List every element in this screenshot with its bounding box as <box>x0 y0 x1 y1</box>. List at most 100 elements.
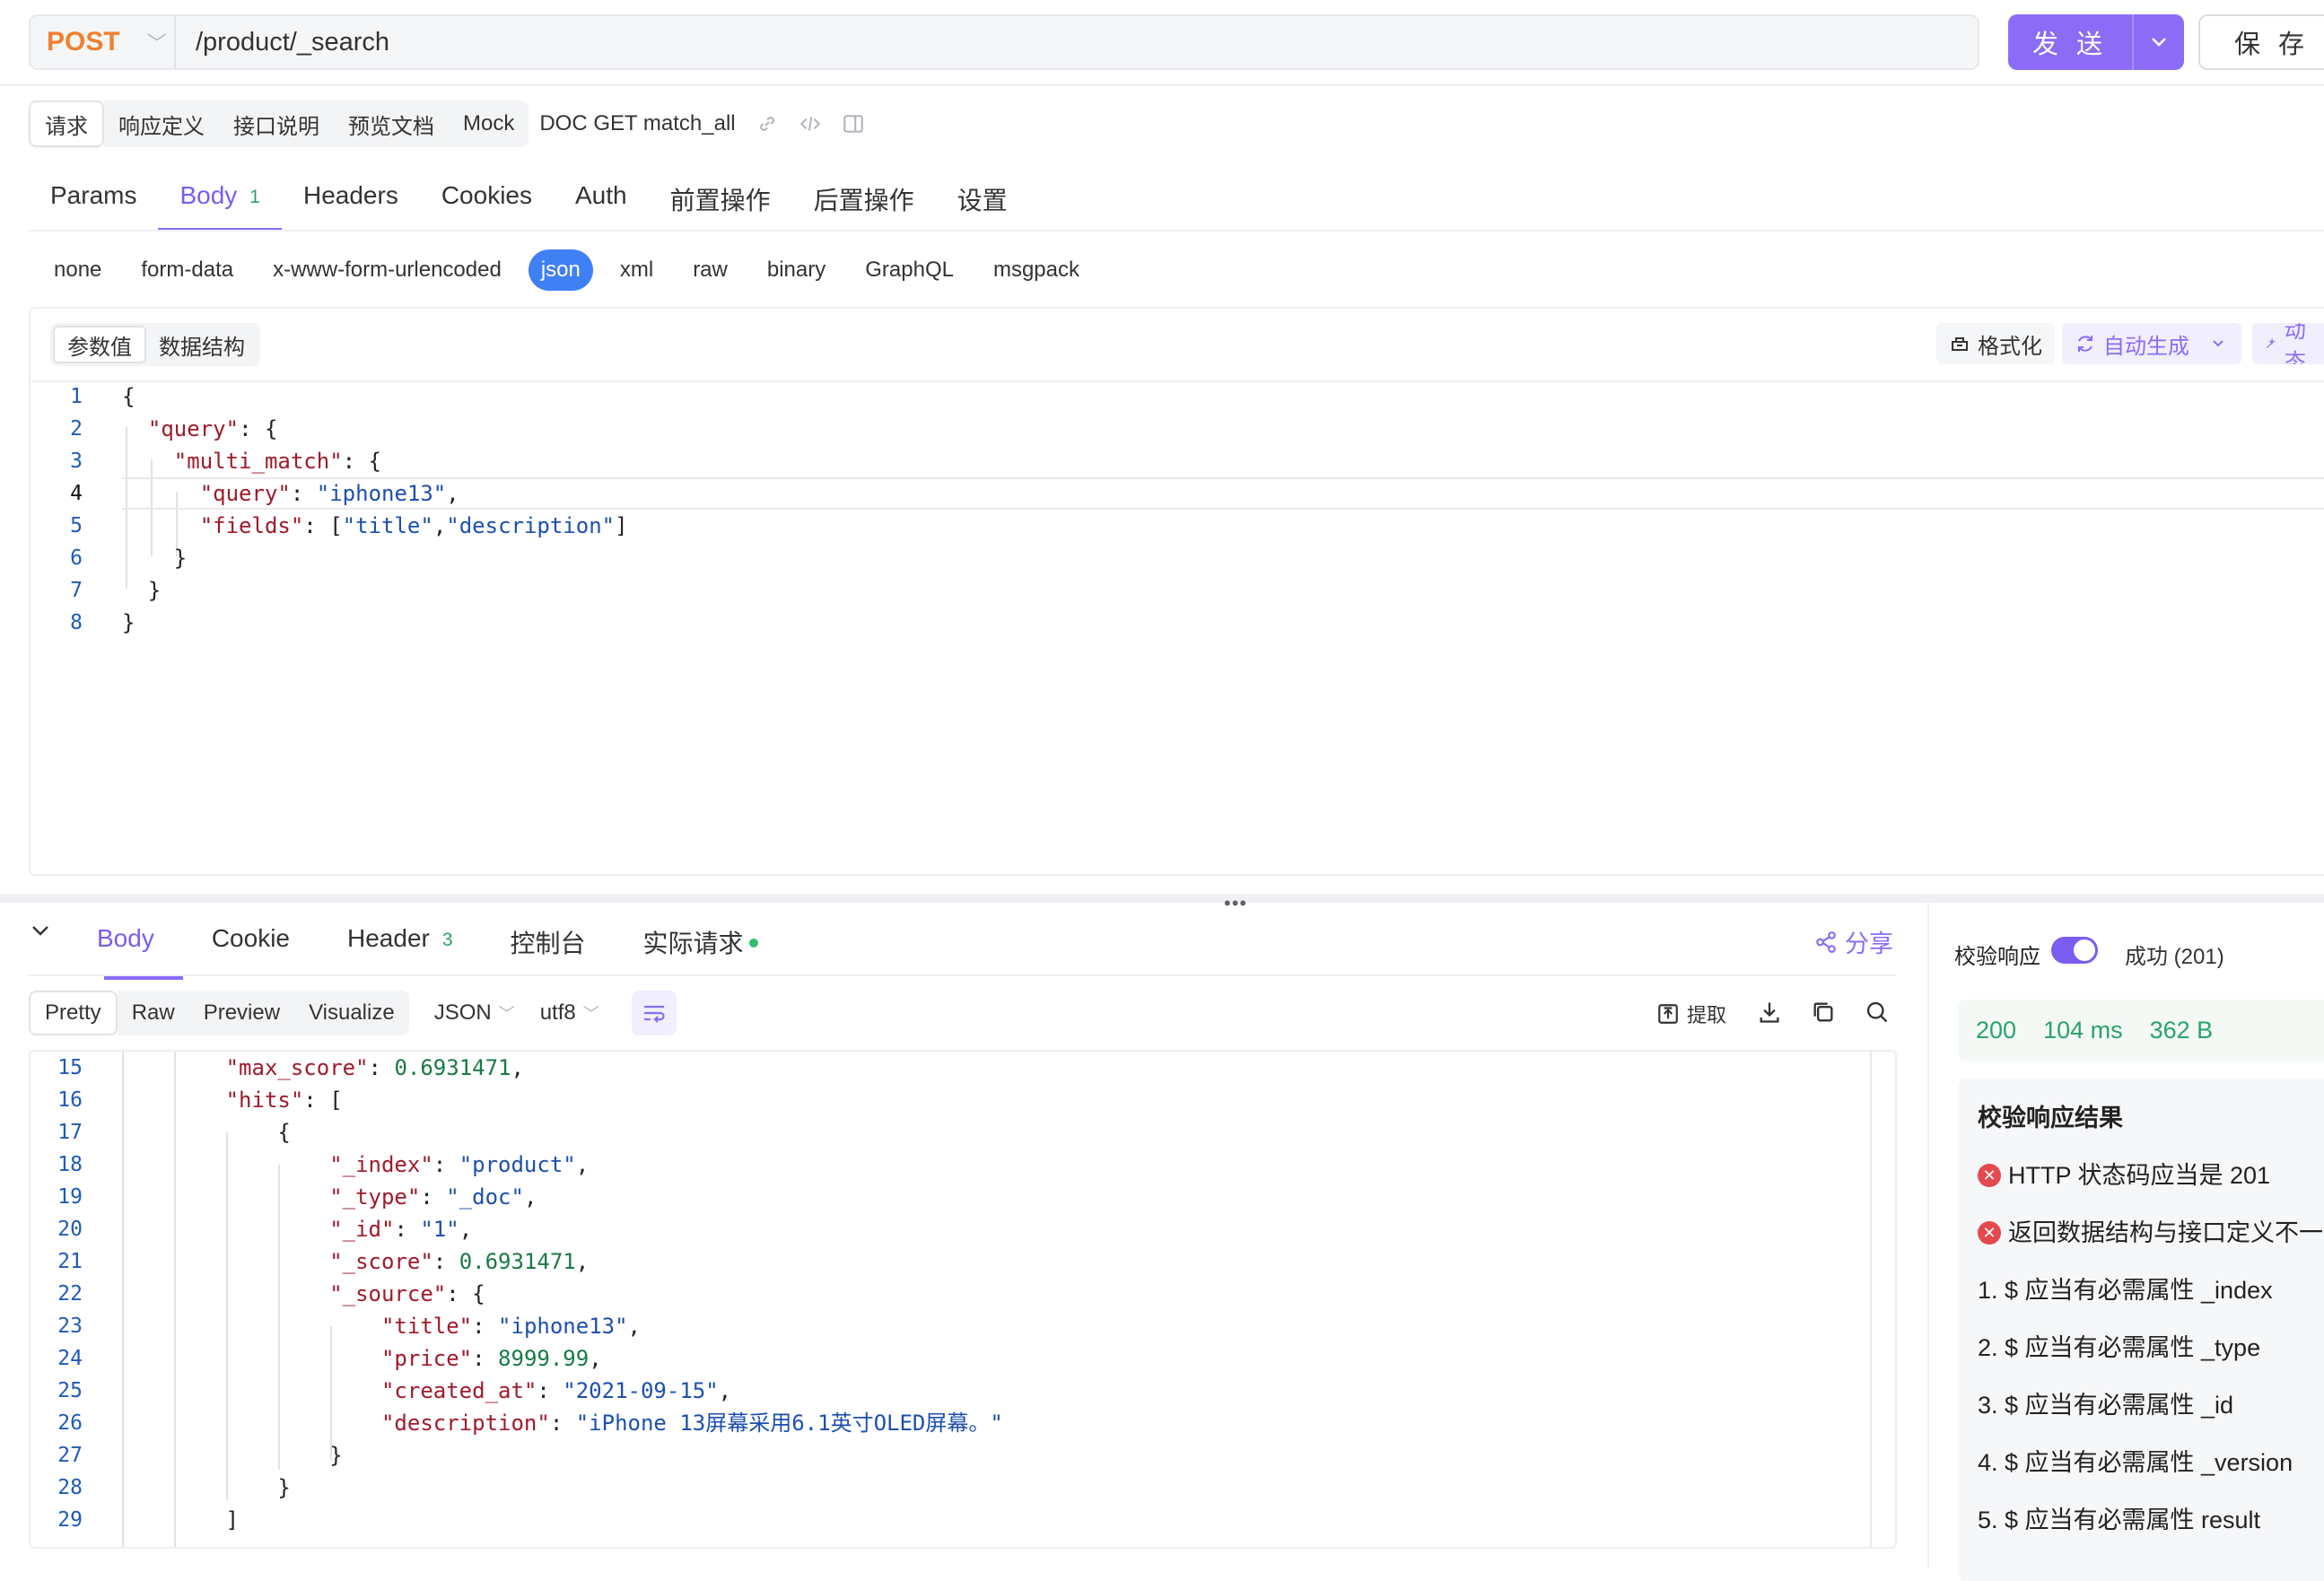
tab-actual-request[interactable]: 实际请求 <box>615 913 787 976</box>
tab-params[interactable]: Params <box>29 169 158 231</box>
subtab-mock[interactable]: Mock <box>449 100 529 147</box>
url-input[interactable]: /product/_search <box>176 28 389 57</box>
save-button[interactable]: 保 存 <box>2198 14 2324 70</box>
tab-pre-ops[interactable]: 前置操作 <box>649 169 792 231</box>
subtab-response-def[interactable]: 响应定义 <box>104 100 219 147</box>
tab-console[interactable]: 控制台 <box>482 913 615 976</box>
scrollbar-track[interactable] <box>1870 1052 1872 1547</box>
toggle-data-structure[interactable]: 数据结构 <box>146 326 258 363</box>
subtab-api-desc[interactable]: 接口说明 <box>219 100 334 147</box>
response-size: 362 B <box>2149 1016 2214 1044</box>
code-line: } <box>329 1443 343 1468</box>
share-icon <box>1816 930 1836 953</box>
dynamic-value-button[interactable]: 动态 <box>2252 323 2324 364</box>
validate-response-toggle[interactable] <box>2051 937 2098 964</box>
body-type-msgpack[interactable]: msgpack <box>981 249 1092 291</box>
validation-item: 1. $ 应当有必需属性 _index <box>1978 1277 2273 1304</box>
tab-response-header[interactable]: Header 3 <box>319 913 482 976</box>
tab-label: Cookies <box>441 181 532 209</box>
extract-label: 提取 <box>1687 1004 1727 1026</box>
toggle-param-values[interactable]: 参数值 <box>53 326 146 363</box>
auto-generate-dropdown[interactable] <box>2202 323 2241 364</box>
format-select-value: JSON <box>433 1000 492 1025</box>
tab-cookies[interactable]: Cookies <box>420 169 554 231</box>
collapse-chevron-icon[interactable] <box>31 924 57 951</box>
error-icon: ✕ <box>1978 1220 2001 1245</box>
panel-icon[interactable] <box>842 112 865 135</box>
body-type-binary[interactable]: binary <box>755 249 838 291</box>
line-number: 15 <box>57 1056 83 1079</box>
line-number: 16 <box>57 1088 83 1112</box>
view-raw[interactable]: Raw <box>117 991 189 1035</box>
error-text: 返回数据结构与接口定义不一 <box>2008 1219 2323 1246</box>
search-icon[interactable] <box>1865 1000 1890 1025</box>
body-type-xml[interactable]: xml <box>607 249 666 291</box>
format-label: 格式化 <box>1978 334 2042 359</box>
dynamic-label: 动态 <box>2284 323 2306 364</box>
code-line: { <box>277 1120 291 1145</box>
subtab-request[interactable]: 请求 <box>29 100 104 147</box>
request-body-editor[interactable] <box>29 307 2324 876</box>
link-icon[interactable] <box>756 112 779 135</box>
code-line: "description": "iPhone 13屏幕采用6.1英寸OLED屏幕… <box>380 1411 1003 1436</box>
body-type-graphql[interactable]: GraphQL <box>852 249 966 291</box>
wrap-icon <box>643 1005 665 1023</box>
auto-generate-button[interactable]: 自动生成 <box>2062 323 2202 364</box>
magic-wand-icon <box>2266 337 2276 348</box>
share-button[interactable]: 分享 <box>1814 924 1893 959</box>
validate-response-label: 校验响应 <box>1954 945 2040 969</box>
panel-splitter[interactable] <box>0 894 2324 903</box>
wrap-lines-button[interactable] <box>631 991 677 1035</box>
encoding-select[interactable]: utf8 ﹀ <box>540 1000 599 1026</box>
drag-handle-icon[interactable]: ••• <box>1224 892 1247 915</box>
tab-post-ops[interactable]: 后置操作 <box>792 169 936 231</box>
chevron-down-icon: ﹀ <box>582 1005 599 1023</box>
tab-label: Auth <box>575 181 627 209</box>
download-icon[interactable] <box>1757 1000 1782 1025</box>
line-number: 21 <box>57 1250 83 1273</box>
tab-headers[interactable]: Headers <box>282 169 420 231</box>
send-dropdown-chevron-icon[interactable] <box>2132 14 2184 70</box>
code-line: "title": "iphone13", <box>380 1314 641 1339</box>
tab-response-body[interactable]: Body <box>68 913 183 980</box>
auto-generate-label: 自动生成 <box>2103 334 2189 359</box>
code-line: ] <box>225 1507 240 1533</box>
validation-item: 2. $ 应当有必需属性 _type <box>1978 1334 2261 1361</box>
tab-response-cookie[interactable]: Cookie <box>183 913 319 976</box>
method-select[interactable]: POST ﹀ <box>31 16 176 68</box>
line-number: 29 <box>57 1508 83 1532</box>
tab-body[interactable]: Body 1 <box>158 169 282 231</box>
body-type-none[interactable]: none <box>41 249 114 291</box>
refresh-icon <box>2078 336 2092 352</box>
subtab-preview-doc[interactable]: 预览文档 <box>334 100 449 147</box>
format-button[interactable]: 格式化 <box>1936 323 2055 364</box>
validation-error: ✕ HTTP 状态码应当是 201 <box>1978 1156 2270 1191</box>
body-type-json[interactable]: json <box>528 249 593 291</box>
send-button[interactable]: 发 送 <box>2008 14 2184 70</box>
code-icon[interactable] <box>799 112 822 135</box>
tab-label: Headers <box>302 181 398 209</box>
tab-auth[interactable]: Auth <box>554 169 649 231</box>
extract-button[interactable]: 提取 <box>1656 1000 1726 1028</box>
view-pretty[interactable]: Pretty <box>29 991 118 1035</box>
share-label: 分享 <box>1845 930 1893 957</box>
body-type-raw[interactable]: raw <box>680 249 740 291</box>
copy-icon[interactable] <box>1811 1000 1836 1025</box>
body-type-form-data[interactable]: form-data <box>128 249 246 291</box>
line-number: 3 <box>70 450 83 473</box>
tab-settings[interactable]: 设置 <box>936 169 1029 231</box>
line-number: 28 <box>57 1476 83 1499</box>
param-view-toggle: 参数值 数据结构 <box>50 323 260 366</box>
divider <box>29 230 2324 231</box>
view-visualize[interactable]: Visualize <box>294 991 409 1035</box>
validation-error: ✕ 返回数据结构与接口定义不一 <box>1978 1213 2323 1248</box>
format-select[interactable]: JSON ﹀ <box>434 1000 515 1026</box>
divider <box>29 974 1897 976</box>
view-preview[interactable]: Preview <box>188 991 295 1035</box>
body-type-urlencoded[interactable]: x-www-form-urlencoded <box>260 249 514 291</box>
tab-label: 前置操作 <box>669 187 771 214</box>
method-label: POST <box>47 27 120 57</box>
code-line: } <box>173 546 188 571</box>
divider <box>31 380 2324 382</box>
line-number: 6 <box>70 546 83 570</box>
